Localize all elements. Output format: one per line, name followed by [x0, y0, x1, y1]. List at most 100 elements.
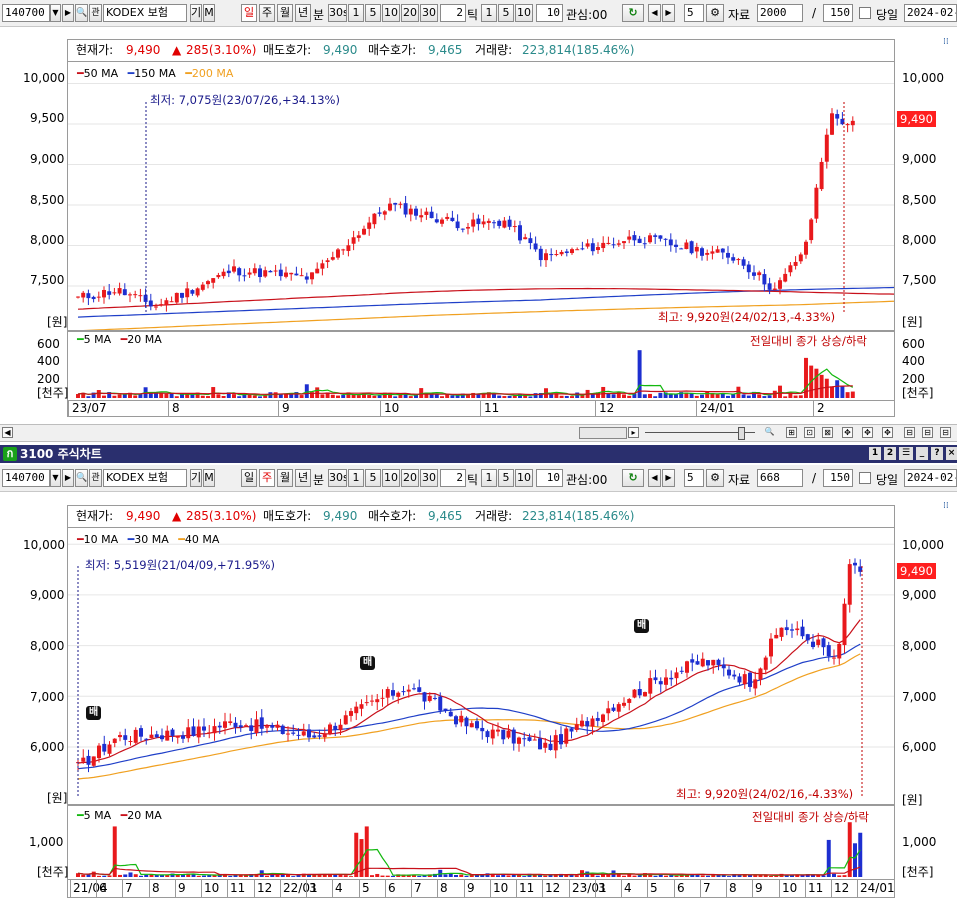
period-day-button-2[interactable]: 일: [241, 469, 257, 487]
tick-10-button[interactable]: 10: [515, 4, 533, 22]
scroll-right-icon[interactable]: ▸: [628, 427, 639, 438]
stock-code-input-2[interactable]: 140700: [2, 469, 50, 487]
candle-body: [233, 722, 238, 728]
volume-bar: [144, 874, 149, 877]
tick-count-input[interactable]: 10: [536, 4, 563, 22]
buy-flag-3: 배: [634, 619, 650, 633]
period-week-button[interactable]: 주: [259, 4, 275, 22]
candle-body: [91, 296, 96, 300]
settings-icon[interactable]: ⚙: [706, 4, 724, 22]
m-button-2[interactable]: M: [203, 469, 215, 487]
volume-bar: [715, 394, 720, 398]
play-icon[interactable]: ▶: [62, 4, 74, 22]
close-icon[interactable]: ×: [946, 447, 957, 460]
refresh-icon[interactable]: ↻: [622, 4, 644, 22]
jaryo-label-2: 자료: [728, 473, 751, 487]
count-input-2[interactable]: 150: [823, 469, 853, 487]
candle-body: [349, 711, 353, 716]
tool2-icon[interactable]: ⊡: [804, 427, 815, 438]
stock-code-input[interactable]: 140700: [2, 4, 50, 22]
tool6-icon[interactable]: ✥: [882, 427, 893, 438]
bun-5-button-2[interactable]: 5: [365, 469, 381, 487]
zoom-icon[interactable]: 🔍: [764, 427, 775, 438]
candle-body: [139, 728, 143, 737]
tool3-icon[interactable]: ⊠: [822, 427, 833, 438]
tick-1-button-2[interactable]: 1: [481, 469, 497, 487]
window-menu-icon[interactable]: ☰: [899, 447, 913, 460]
tick-5-button-2[interactable]: 5: [498, 469, 514, 487]
link-icon-2[interactable]: 관: [89, 469, 102, 487]
help-icon[interactable]: ?: [931, 447, 943, 460]
side-tool-icon-2[interactable]: ⁞⁞: [943, 501, 949, 511]
period-month-button-2[interactable]: 월: [277, 469, 293, 487]
m-button[interactable]: M: [203, 4, 215, 22]
tick-5-button[interactable]: 5: [498, 4, 514, 22]
tool4-icon[interactable]: ✥: [842, 427, 853, 438]
play-icon-2[interactable]: ▶: [62, 469, 74, 487]
prev-icon-2[interactable]: ◀: [648, 469, 661, 487]
volume-bar: [835, 380, 840, 398]
count-input[interactable]: 150: [823, 4, 853, 22]
tool1-icon[interactable]: ⊞: [786, 427, 797, 438]
code-dropdown-icon-2[interactable]: ▼: [50, 469, 61, 487]
window-btn-1[interactable]: 1: [869, 447, 881, 460]
tool7-icon[interactable]: ⊟: [904, 427, 915, 438]
date-input[interactable]: 2024-02-: [904, 4, 957, 22]
zoom-slider-handle[interactable]: [738, 427, 745, 440]
gi-button-2[interactable]: 기: [190, 469, 202, 487]
period-week-button-2[interactable]: 주: [259, 469, 275, 487]
step-input[interactable]: 5: [684, 4, 704, 22]
volume-bar: [741, 394, 746, 398]
jaryo-select[interactable]: 2000: [757, 4, 803, 22]
window-btn-2[interactable]: 2: [884, 447, 896, 460]
prev-icon[interactable]: ◀: [648, 4, 661, 22]
tool8-icon[interactable]: ⊟: [922, 427, 933, 438]
refresh-icon-2[interactable]: ↻: [622, 469, 644, 487]
side-tool-icon-1[interactable]: ⁞⁞: [943, 37, 949, 47]
gi-button[interactable]: 기: [190, 4, 202, 22]
link-icon[interactable]: 관: [89, 4, 102, 22]
scroll-thumb[interactable]: [579, 427, 627, 439]
bun-30-button[interactable]: 30: [420, 4, 438, 22]
tick-1-button[interactable]: 1: [481, 4, 497, 22]
bun-20-button-2[interactable]: 20: [401, 469, 419, 487]
period-year-button[interactable]: 년: [295, 4, 311, 22]
scroll-left-icon[interactable]: ◀: [2, 427, 13, 438]
tick-count-input-2[interactable]: 10: [536, 469, 563, 487]
candle-body: [585, 721, 590, 727]
bun-1-button[interactable]: 1: [348, 4, 364, 22]
dangil-checkbox[interactable]: [859, 7, 871, 19]
search-icon-2[interactable]: 🔍: [75, 469, 88, 487]
minimize-icon[interactable]: _: [916, 447, 928, 460]
tool5-icon[interactable]: ✥: [862, 427, 873, 438]
x-axis-divider: [700, 880, 701, 897]
bun-10-button[interactable]: 10: [382, 4, 400, 22]
tick-10-button-2[interactable]: 10: [515, 469, 533, 487]
date-input-2[interactable]: 2024-02-: [904, 469, 957, 487]
next-icon[interactable]: ▶: [662, 4, 675, 22]
bun-30-button-2[interactable]: 30: [420, 469, 438, 487]
dangil-checkbox-2[interactable]: [859, 472, 871, 484]
tick-input-2[interactable]: 2: [440, 469, 466, 487]
bun-10-button-2[interactable]: 10: [382, 469, 400, 487]
next-icon-2[interactable]: ▶: [662, 469, 675, 487]
x-axis-divider: [542, 880, 543, 897]
period-day-button[interactable]: 일: [241, 4, 257, 22]
bun-5-button[interactable]: 5: [365, 4, 381, 22]
candle-body: [512, 226, 517, 228]
step-input-2[interactable]: 5: [684, 469, 704, 487]
jaryo-select-2[interactable]: 668: [757, 469, 803, 487]
bun-1-button-2[interactable]: 1: [348, 469, 364, 487]
period-year-button-2[interactable]: 년: [295, 469, 311, 487]
bun-30s-button[interactable]: 30s: [328, 4, 347, 22]
bun-20-button[interactable]: 20: [401, 4, 419, 22]
code-dropdown-icon[interactable]: ▼: [50, 4, 61, 22]
tick-input[interactable]: 2: [440, 4, 466, 22]
candle-body: [216, 275, 221, 278]
bun-30s-button-2[interactable]: 30s: [328, 469, 347, 487]
period-month-button[interactable]: 월: [277, 4, 293, 22]
settings-icon-2[interactable]: ⚙: [706, 469, 724, 487]
search-icon[interactable]: 🔍: [75, 4, 88, 22]
tool9-icon[interactable]: ⊟: [940, 427, 951, 438]
candle-body: [312, 735, 317, 738]
